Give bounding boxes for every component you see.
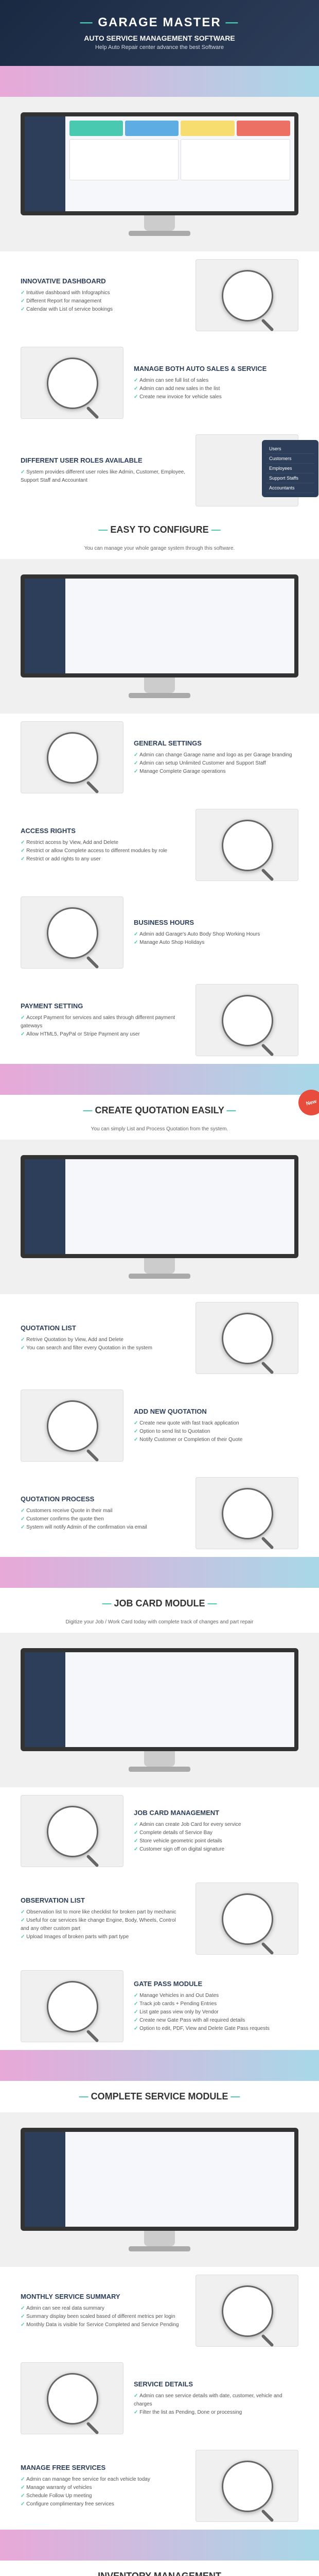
feature-sales: MANAGE BOTH AUTO SALES & SERVICEAdmin ca…: [0, 339, 319, 427]
magnifier-icon: [222, 270, 273, 321]
feature-list: Intuitive dashboard with InfographicsDif…: [21, 289, 185, 314]
app-subtitle: AUTO SERVICE MANAGEMENT SOFTWARE: [10, 34, 309, 42]
section-subtitle: You can manage your whole garage system …: [0, 546, 319, 559]
feature-roles: DIFFERENT USER ROLES AVAILABLESystem pro…: [0, 427, 319, 514]
monitor-mockup: [0, 97, 319, 251]
main-header: GARAGE MASTER AUTO SERVICE MANAGEMENT SO…: [0, 0, 319, 66]
app-title: GARAGE MASTER: [10, 15, 309, 30]
feature-dashboard: INNOVATIVE DASHBOARD Intuitive dashboard …: [0, 251, 319, 339]
feature-title: INNOVATIVE DASHBOARD: [21, 277, 185, 285]
feature-title: MANAGE BOTH AUTO SALES & SERVICE: [134, 365, 298, 372]
app-tagline: Help Auto Repair center advance the best…: [10, 44, 309, 50]
roles-panel: UsersCustomersEmployeesSupport StaffsAcc…: [262, 440, 318, 497]
wave-divider: [0, 66, 319, 97]
section-title-configure: EASY TO CONFIGURE: [0, 514, 319, 546]
